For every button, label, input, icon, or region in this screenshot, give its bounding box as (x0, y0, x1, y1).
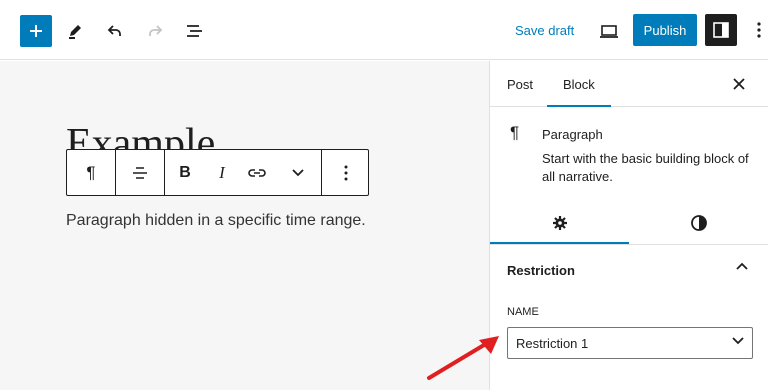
close-icon (733, 78, 745, 90)
name-field-label: NAME (507, 306, 539, 318)
options-group (322, 150, 370, 195)
close-sidebar-button[interactable] (730, 75, 748, 93)
block-card-title: Paragraph (542, 127, 603, 142)
undo-icon (107, 25, 121, 36)
redo-icon (149, 25, 163, 36)
tab-post[interactable]: Post (507, 61, 533, 107)
vertical-ellipsis-icon (344, 165, 348, 180)
undo-button[interactable] (101, 17, 129, 45)
editor-canvas: Example ¶ B I Paragraph hidden in a spec… (0, 61, 489, 390)
restriction-panel-toggle[interactable]: Restriction (490, 245, 768, 295)
chevron-up-icon (736, 262, 748, 270)
block-toolbar: ¶ B I (66, 149, 369, 196)
chevron-down-icon (292, 168, 304, 176)
paragraph-block[interactable]: Paragraph hidden in a specific time rang… (66, 212, 366, 230)
align-button[interactable] (116, 150, 164, 195)
preview-button[interactable] (595, 17, 623, 45)
block-card: ¶ Paragraph Start with the basic buildin… (490, 107, 768, 202)
settings-button[interactable] (705, 14, 737, 46)
name-select[interactable]: Restriction 1 (507, 327, 753, 359)
plus-icon (30, 25, 42, 37)
italic-button[interactable]: I (205, 150, 239, 195)
name-select-value: Restriction 1 (516, 335, 589, 351)
link-icon (248, 168, 266, 177)
pencil-icon (69, 25, 81, 39)
block-type-group: ¶ (67, 150, 116, 195)
gear-icon (552, 216, 567, 230)
contrast-icon (690, 215, 707, 231)
bold-button[interactable]: B (165, 150, 205, 195)
alignment-group (116, 150, 165, 195)
annotation-arrow (427, 336, 499, 380)
pilcrow-icon: ¶ (510, 123, 520, 142)
tab-styles[interactable] (629, 202, 768, 244)
settings-sidebar: Post Block ¶ Paragraph Start with the ba… (489, 61, 768, 390)
sidebar-toggle-icon (713, 22, 729, 38)
tools-button[interactable] (61, 17, 89, 45)
redo-button[interactable] (141, 17, 169, 45)
save-draft-button[interactable]: Save draft (515, 23, 574, 38)
laptop-icon (600, 25, 618, 38)
panel-title: Restriction (507, 262, 575, 278)
vertical-ellipsis-icon (757, 22, 761, 38)
sidebar-tabs: Post Block (490, 61, 768, 107)
pilcrow-icon: ¶ (86, 162, 96, 182)
list-view-icon (187, 25, 202, 37)
options-button[interactable] (752, 18, 766, 42)
publish-button[interactable]: Publish (633, 14, 697, 46)
block-inspector-tabs (490, 202, 768, 245)
tab-block[interactable]: Block (547, 61, 611, 107)
editor-topbar: Save draft Publish (0, 0, 768, 60)
format-group: B I (165, 150, 322, 195)
link-button[interactable] (239, 150, 275, 195)
add-block-button[interactable] (20, 15, 52, 47)
block-type-button[interactable]: ¶ (67, 150, 115, 195)
more-rich-text-button[interactable] (275, 150, 321, 195)
document-overview-button[interactable] (181, 17, 209, 45)
tab-settings[interactable] (490, 202, 629, 244)
align-icon (133, 166, 147, 179)
block-card-description: Start with the basic building block of a… (542, 151, 749, 185)
block-options-button[interactable] (322, 150, 370, 195)
chevron-down-icon (732, 337, 744, 345)
